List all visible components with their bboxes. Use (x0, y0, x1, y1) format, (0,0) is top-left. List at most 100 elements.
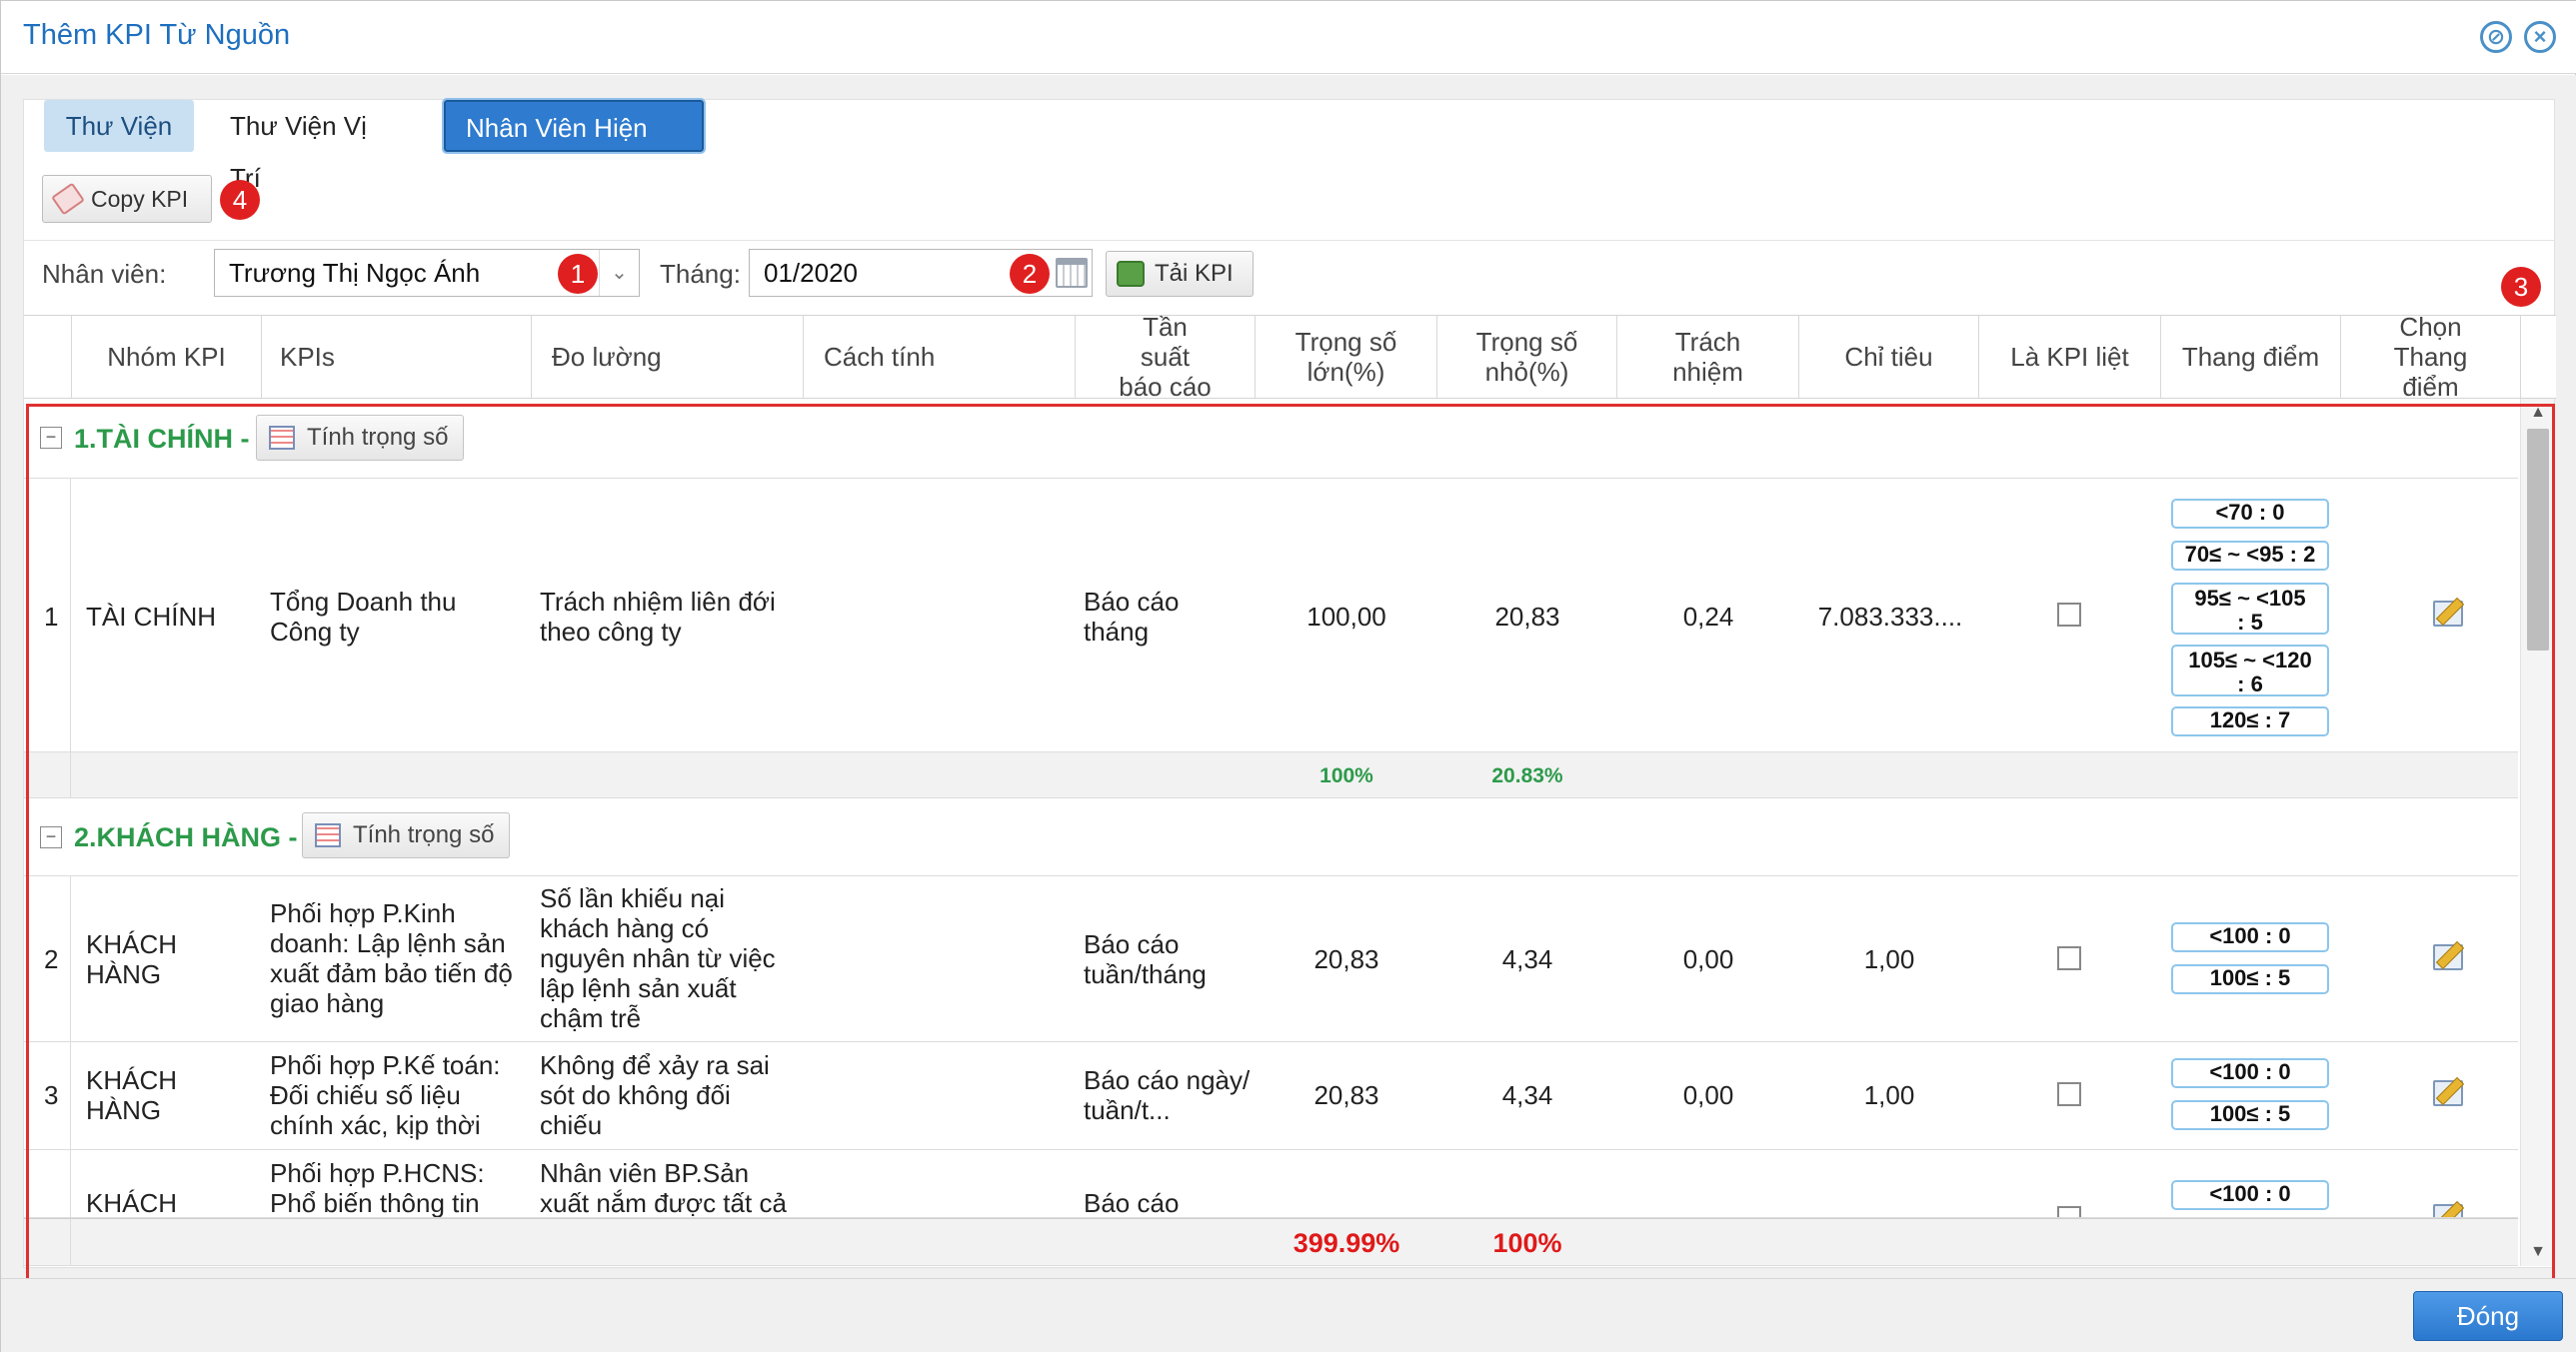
table-icon (315, 823, 341, 847)
col-score-scale[interactable]: Thang điểm (2161, 316, 2341, 398)
kpi-group-cell: KHÁCH HÀNG (86, 929, 178, 989)
tab-current-employee[interactable]: Nhân Viên Hiện Có (442, 98, 706, 195)
tab-position-library[interactable]: Thư Viện Vị Trí (210, 100, 416, 193)
measure-cell: Nhân viên BP.Sản xuất nắm được tất cả (540, 1158, 787, 1218)
step-badge-4: 4 (220, 180, 260, 220)
table-row[interactable]: 3 KHÁCH HÀNG Phối hợp P.Kế toán: Đối chi… (24, 1042, 2518, 1150)
table-row[interactable]: 1 TÀI CHÍNH Tổng Doanh thu Công ty Trách… (24, 479, 2518, 752)
kpi-grid: Nhóm KPI KPIs Đo lường Cách tính Tần suấ… (24, 312, 2556, 1266)
row-number: 3 (44, 1080, 59, 1110)
is-listed-checkbox[interactable] (2057, 1082, 2081, 1106)
calc-weight-button[interactable]: Tính trọng số (302, 812, 510, 858)
table-row[interactable]: 2 KHÁCH HÀNG Phối hợp P.Kinh doanh: Lập … (24, 876, 2518, 1042)
score-chip: 120≤ : 7 (2171, 706, 2329, 736)
calc-weight-button[interactable]: Tính trọng số (256, 415, 464, 461)
target-cell: 1,00 (1863, 1080, 1915, 1110)
edit-scale-icon[interactable] (2433, 944, 2463, 970)
calendar-icon[interactable] (1056, 258, 1088, 288)
grand-total-row: 399.99% 100% (24, 1218, 2518, 1266)
weight-big-cell: 20,83 (1313, 944, 1379, 974)
row-number-cell (24, 1150, 71, 1217)
scroll-up-icon[interactable]: ▲ (2521, 399, 2555, 427)
group-sum-weight-big: 100% (1319, 764, 1373, 787)
chevron-down-icon[interactable]: ⌄ (599, 250, 639, 296)
score-chip: 70≤ ~ <95 : 2 (2171, 541, 2329, 571)
is-listed-checkbox[interactable] (2057, 946, 2081, 970)
frequency-cell: Báo cáo (1084, 1188, 1180, 1218)
row-number: 1 (44, 602, 59, 632)
score-chip: 100≤ : 5 (2171, 1100, 2329, 1130)
col-kpi-group[interactable]: Nhóm KPI (72, 316, 262, 398)
is-listed-checkbox[interactable] (2057, 1206, 2081, 1217)
kpi-cell: Phối hợp P.Kế toán: Đối chiếu số liệu ch… (270, 1050, 501, 1140)
dialog-body: Thư Viện Thư Viện Vị Trí Nhân Viên Hiện … (1, 75, 2576, 1285)
score-chip: <70 : 0 (2171, 499, 2329, 529)
kpi-group-cell: KHÁCH (86, 1188, 178, 1218)
weight-small-cell: 20,83 (1494, 602, 1560, 632)
col-measure[interactable]: Đo lường (532, 316, 804, 398)
score-chip: <100 : 0 (2171, 922, 2329, 952)
col-kpis[interactable]: KPIs (262, 316, 532, 398)
collapse-toggle-icon[interactable]: − (40, 427, 62, 449)
group-title: 1.TÀI CHÍNH - (74, 424, 250, 454)
kpi-group-cell: TÀI CHÍNH (86, 602, 216, 632)
col-frequency[interactable]: Tần suất báo cáo (1076, 312, 1256, 402)
group-row-finance: − 1.TÀI CHÍNH - Tính trọng số (24, 399, 2518, 479)
kpi-panel: Thư Viện Thư Viện Vị Trí Nhân Viên Hiện … (23, 98, 2556, 1285)
table-icon (269, 426, 295, 450)
edit-scale-icon[interactable] (2433, 1080, 2463, 1106)
score-chip: <100 : 0 (2171, 1180, 2329, 1210)
target-cell: 1,00 (1863, 944, 1915, 974)
restore-icon[interactable]: ⊘ (2480, 21, 2512, 53)
calc-weight-label: Tính trọng số (353, 821, 495, 848)
scrollbar-thumb[interactable] (2527, 429, 2549, 651)
row-number-cell (24, 1219, 71, 1265)
responsibility-cell: 0,24 (1682, 602, 1734, 632)
edit-scale-icon[interactable] (2433, 1204, 2463, 1217)
load-kpi-button[interactable]: Tải KPI (1106, 251, 1254, 297)
dialog-title: Thêm KPI Từ Nguồn (23, 19, 291, 51)
weight-small-cell: 4,34 (1501, 1080, 1553, 1110)
add-kpi-dialog: Thêm KPI Từ Nguồn ⊘ × Thư Viện Thư Viện … (0, 0, 2576, 1352)
close-button[interactable]: Đóng (2413, 1291, 2563, 1341)
col-target[interactable]: Chỉ tiêu (1799, 316, 1979, 398)
copy-kpi-button[interactable]: Copy KPI (42, 175, 212, 223)
scroll-down-icon[interactable]: ▼ (2521, 1238, 2555, 1266)
col-weight-small[interactable]: Trọng số nhỏ(%) (1437, 316, 1617, 398)
table-row[interactable]: KHÁCH Phối hợp P.HCNS: Phổ biến thông ti… (24, 1150, 2518, 1218)
employee-value: Trương Thị Ngọc Ánh (229, 258, 481, 288)
total-weight-big: 399.99% (1292, 1228, 1400, 1258)
responsibility-cell: 0,00 (1682, 1080, 1734, 1110)
row-number-cell (24, 752, 71, 797)
row-number: 2 (44, 944, 59, 974)
measure-cell: Số lần khiếu nại khách hàng có nguyên nh… (540, 883, 776, 1033)
filter-row: Nhân viên: Trương Thị Ngọc Ánh ⌄ 1 Tháng… (24, 240, 2554, 310)
weight-big-cell: 20,83 (1313, 1080, 1379, 1110)
col-responsibility[interactable]: Trách nhiệm (1617, 316, 1799, 398)
load-kpi-label: Tải KPI (1155, 260, 1234, 287)
target-cell: 7.083.333.... (1817, 602, 1963, 632)
group-title: 2.KHÁCH HÀNG - (74, 822, 298, 852)
dialog-titlebar: Thêm KPI Từ Nguồn ⊘ × (1, 1, 2576, 74)
col-method[interactable]: Cách tính (804, 316, 1076, 398)
close-icon[interactable]: × (2524, 21, 2556, 53)
measure-cell: Không để xảy ra sai sót do không đối chi… (540, 1050, 770, 1140)
frequency-cell: Báo cáo tháng (1084, 587, 1180, 647)
col-weight-big[interactable]: Trọng số lớn(%) (1256, 316, 1437, 398)
col-is-listed[interactable]: Là KPI liệt (1979, 316, 2161, 398)
score-chip: 100≤ : 5 (2171, 964, 2329, 994)
vertical-scrollbar[interactable]: ▲ ▼ (2520, 399, 2554, 1266)
collapse-toggle-icon[interactable]: − (40, 826, 62, 848)
col-choose-scale[interactable]: Chọn Thang điểm (2341, 312, 2521, 402)
frequency-cell: Báo cáo tuần/tháng (1084, 929, 1207, 989)
weight-small-cell: 4,34 (1501, 944, 1553, 974)
is-listed-checkbox[interactable] (2057, 603, 2081, 627)
grid-header: Nhóm KPI KPIs Đo lường Cách tính Tần suấ… (24, 312, 2556, 402)
edit-scale-icon[interactable] (2433, 601, 2463, 627)
tag-icon (51, 182, 85, 216)
employee-label: Nhân viên: (42, 259, 167, 289)
measure-cell: Trách nhiệm liên đới theo công ty (540, 587, 776, 647)
tab-library[interactable]: Thư Viện (44, 100, 194, 152)
grid-body: − 1.TÀI CHÍNH - Tính trọng số 1 TÀI CHÍN… (24, 399, 2556, 1266)
group-summary-row: 100% 20.83% (24, 752, 2518, 798)
